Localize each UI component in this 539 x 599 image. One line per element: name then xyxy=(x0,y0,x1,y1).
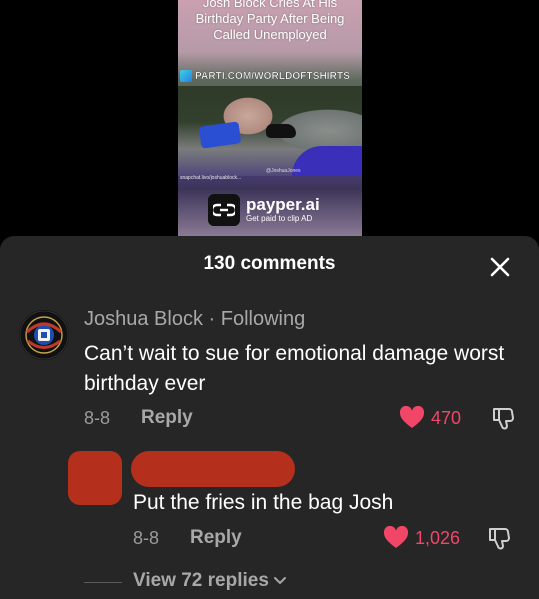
dislike-button[interactable] xyxy=(490,406,516,437)
reply-like-count: 1,026 xyxy=(415,527,461,548)
handle-banner: PARTI.COM/WORLDOFTSHIRTS xyxy=(178,68,362,84)
divider xyxy=(84,582,122,583)
video-caption-line-3: Called Unemployed xyxy=(213,27,327,42)
dislike-icon xyxy=(493,408,514,430)
comments-panel: 130 comments Joshua Block · Following Ca… xyxy=(0,236,539,599)
video-shoe xyxy=(266,124,296,138)
comment-date: 8-8 xyxy=(84,408,111,428)
like-button[interactable]: 470 xyxy=(399,406,461,430)
sponsor-tagline: Get paid to clip AD xyxy=(246,214,313,223)
reply-date: 8-8 xyxy=(133,528,160,548)
video-caption: Josh Block Cries At His Birthday Party A… xyxy=(178,0,362,43)
video-frame xyxy=(178,86,362,176)
redacted-username xyxy=(131,451,295,487)
handle-banner-text: PARTI.COM/WORLDOFTSHIRTS xyxy=(195,70,350,82)
reply-avatar[interactable] xyxy=(68,451,122,505)
comment-author[interactable]: Joshua Block · Following xyxy=(84,308,305,331)
sponsor-ad: payper.ai Get paid to clip AD xyxy=(208,194,320,226)
video-small-url: snapchat.livo/joshuablock... xyxy=(180,175,242,181)
banner-logo-icon xyxy=(180,70,192,82)
like-count: 470 xyxy=(431,407,462,428)
view-replies-label: View 72 replies xyxy=(133,570,269,591)
view-replies-button[interactable]: View 72 replies xyxy=(133,570,287,592)
close-icon xyxy=(490,257,510,277)
video-watermark: @JoshuaJones xyxy=(266,168,301,174)
reply-text: Put the fries in the bag Josh xyxy=(133,491,394,514)
payper-logo-icon xyxy=(208,194,240,226)
sponsor-name: payper.ai xyxy=(246,195,320,214)
video-purple-object xyxy=(292,146,362,176)
heart-icon xyxy=(383,526,409,548)
comments-count-title: 130 comments xyxy=(203,253,336,274)
reply-button[interactable]: Reply xyxy=(141,407,193,429)
video-caption-line-1: Josh Block Cries At His xyxy=(202,0,338,10)
reply-to-reply-button[interactable]: Reply xyxy=(190,527,242,549)
avatar[interactable] xyxy=(19,310,69,360)
chevron-down-icon xyxy=(273,577,286,585)
video-blue-object xyxy=(198,121,242,149)
video-caption-line-2: Birthday Party After Being xyxy=(195,11,345,26)
heart-icon xyxy=(399,406,425,428)
close-button[interactable] xyxy=(486,253,514,281)
reply-dislike-button[interactable] xyxy=(486,526,512,557)
comment-text: Can’t wait to sue for emotional damage w… xyxy=(84,342,505,395)
video-preview[interactable]: Josh Block Cries At His Birthday Party A… xyxy=(178,0,362,236)
reply-like-button[interactable]: 1,026 xyxy=(383,526,460,550)
dislike-icon xyxy=(489,528,510,550)
